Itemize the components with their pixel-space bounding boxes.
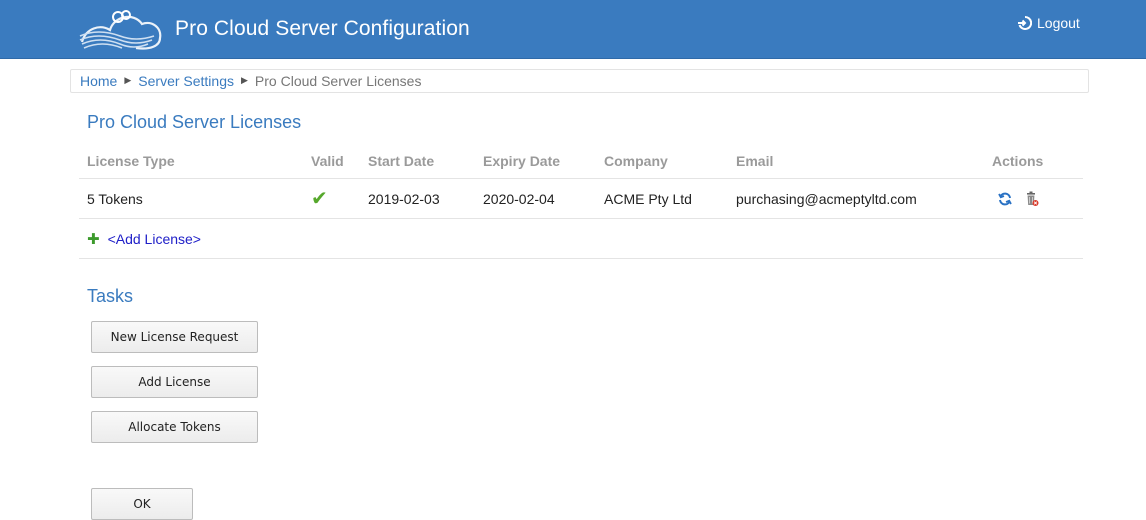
plus-icon: ✚ — [87, 230, 100, 248]
column-valid: Valid — [303, 143, 360, 179]
breadcrumb-separator-icon: ▶ — [241, 74, 248, 85]
add-license-label: <Add License> — [107, 230, 201, 247]
licenses-table: License Type Valid Start Date Expiry Dat… — [79, 143, 1083, 259]
column-start-date: Start Date — [360, 143, 475, 179]
checkmark-icon: ✔ — [311, 187, 328, 210]
breadcrumb: Home ▶ Server Settings ▶ Pro Cloud Serve… — [70, 69, 1089, 93]
tasks-title: Tasks — [87, 286, 134, 306]
app-header: Pro Cloud Server Configuration Logout — [0, 0, 1146, 59]
logout-icon — [1018, 16, 1032, 30]
column-company: Company — [596, 143, 728, 179]
valid-cell: ✔ — [303, 178, 360, 219]
email-cell: purchasing@acmeptyltd.com — [728, 178, 984, 219]
company-cell: ACME Pty Ltd — [596, 178, 728, 219]
column-email: Email — [728, 143, 984, 179]
ok-button[interactable]: OK — [91, 488, 193, 520]
breadcrumb-current: Pro Cloud Server Licenses — [254, 73, 422, 89]
start-date-cell: 2019-02-03 — [360, 178, 475, 219]
logout-link[interactable]: Logout — [1018, 15, 1080, 31]
breadcrumb-home[interactable]: Home — [80, 73, 117, 89]
actions-cell — [984, 178, 1083, 219]
breadcrumb-separator-icon: ▶ — [124, 74, 132, 85]
page-title: Pro Cloud Server Licenses — [87, 112, 302, 132]
table-row: 5 Tokens ✔ 2019-02-03 2020-02-04 ACME Pt… — [79, 178, 1083, 219]
add-license-link[interactable]: ✚ <Add License> — [87, 230, 201, 248]
license-type-cell: 5 Tokens — [79, 178, 303, 219]
allocate-tokens-button[interactable]: Allocate Tokens — [91, 411, 258, 443]
expiry-date-cell: 2020-02-04 — [475, 178, 596, 219]
app-title: Pro Cloud Server Configuration — [175, 17, 470, 40]
add-license-row: ✚ <Add License> — [79, 218, 1083, 259]
add-license-button[interactable]: Add License — [91, 366, 258, 398]
column-actions: Actions — [984, 143, 1083, 179]
cloud-logo-icon — [79, 10, 162, 50]
delete-license-icon[interactable] — [1025, 191, 1039, 207]
column-expiry-date: Expiry Date — [475, 143, 596, 179]
logout-label: Logout — [1037, 15, 1080, 31]
table-header-row: License Type Valid Start Date Expiry Dat… — [79, 143, 1083, 179]
refresh-icon[interactable] — [998, 192, 1012, 206]
breadcrumb-server-settings[interactable]: Server Settings — [138, 73, 234, 89]
new-license-request-button[interactable]: New License Request — [91, 321, 258, 353]
column-license-type: License Type — [79, 143, 303, 179]
